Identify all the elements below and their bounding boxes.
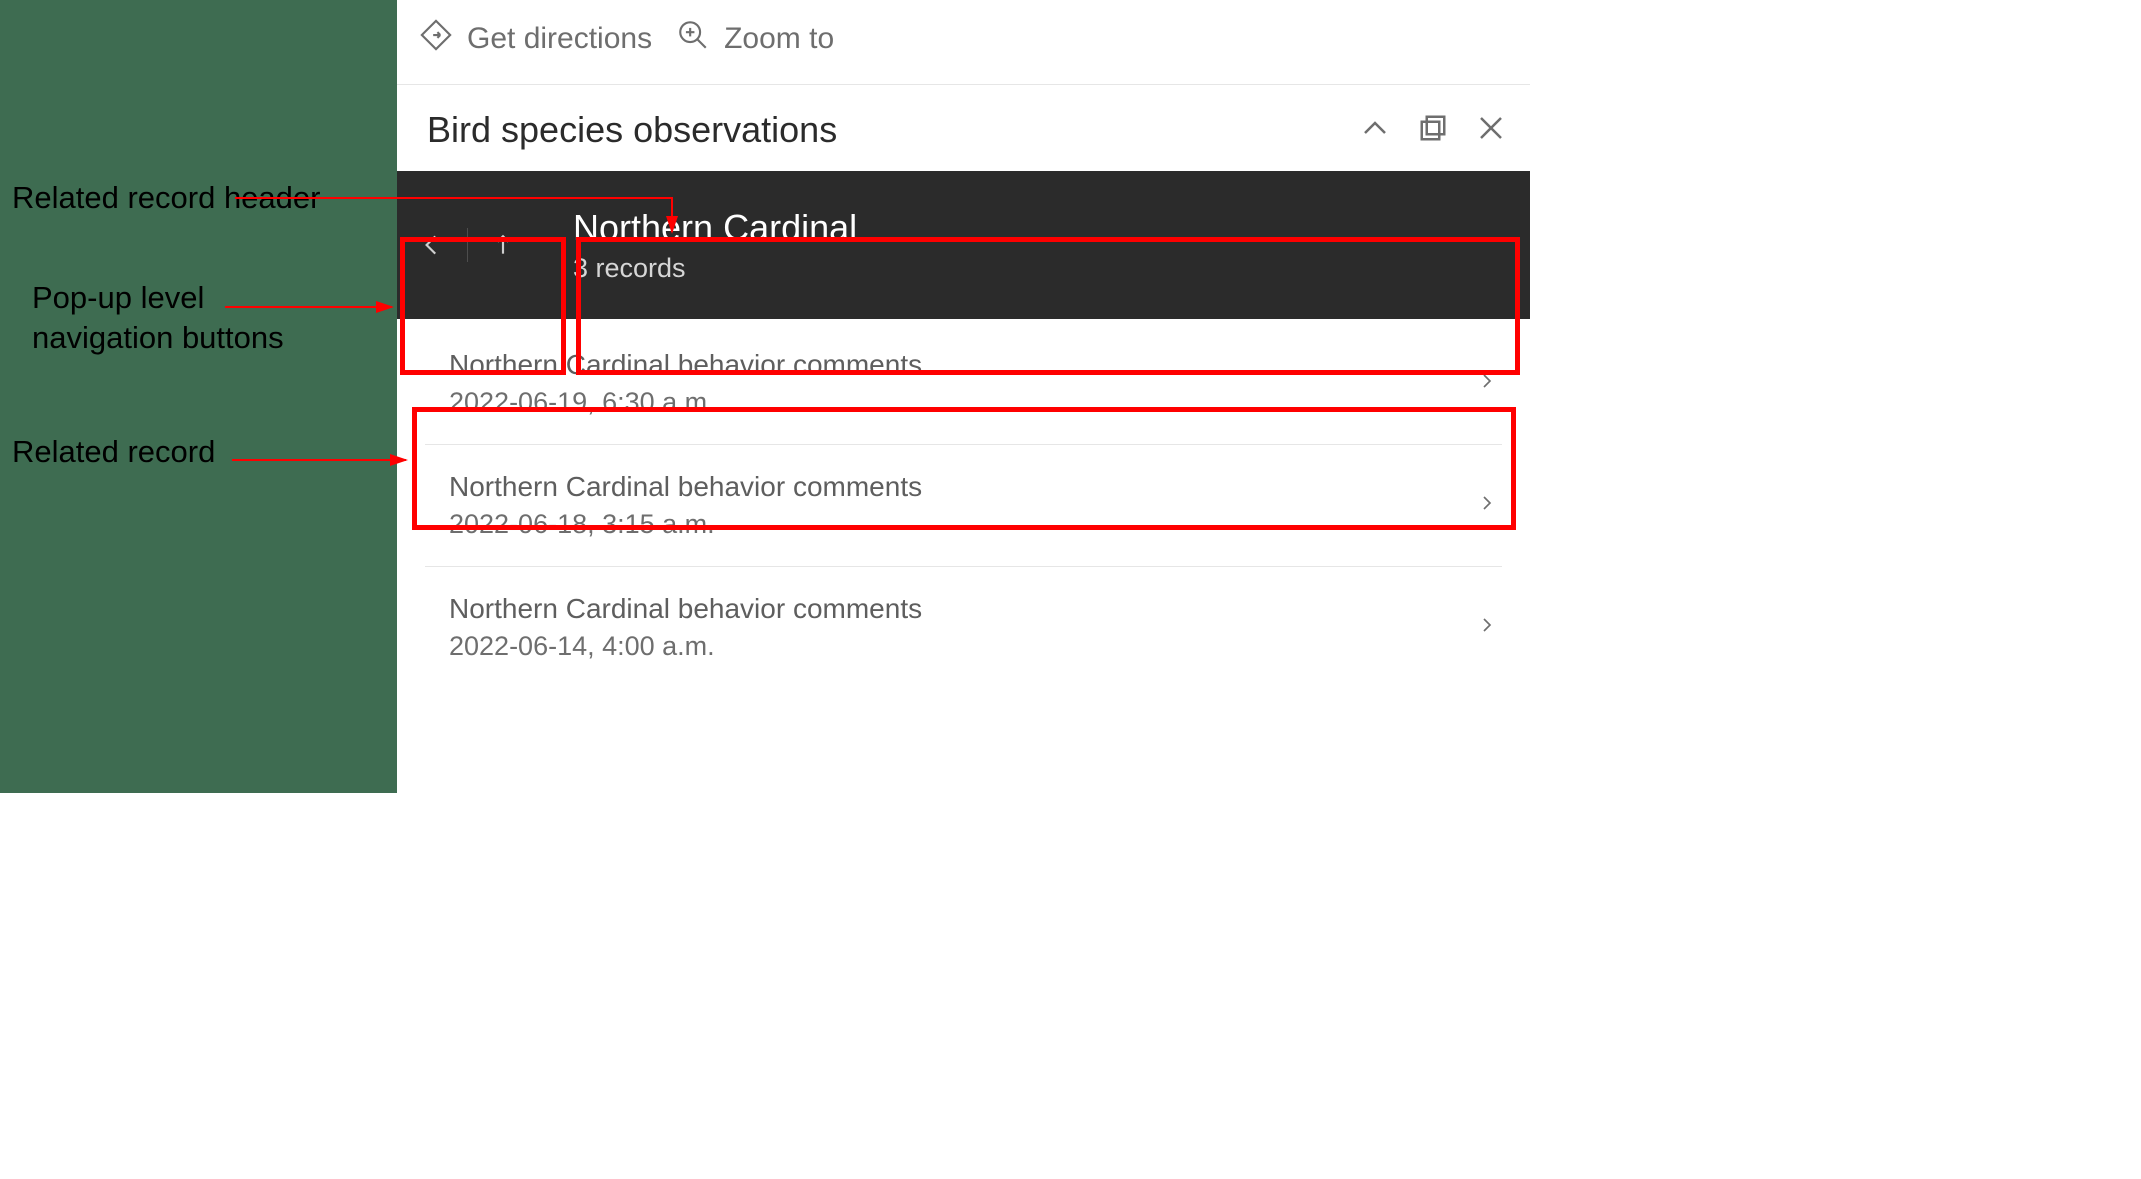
annotation-nav: Pop-up level navigation buttons — [32, 278, 332, 359]
annotation-record: Related record — [12, 432, 332, 472]
related-record-header: Northern Cardinal 3 records — [397, 171, 1530, 319]
popup-window-controls — [1360, 113, 1506, 148]
record-title: Northern Cardinal behavior comments — [449, 349, 922, 381]
popup-actions: Get directions Zoom to — [397, 0, 1530, 85]
related-record-title: Northern Cardinal — [573, 207, 857, 249]
popup-level-nav — [397, 171, 537, 319]
close-icon[interactable] — [1476, 113, 1506, 148]
annotation-header: Related record header — [12, 178, 332, 218]
popup-title-bar: Bird species observations — [397, 85, 1530, 171]
directions-icon — [419, 18, 453, 60]
zoom-to-button[interactable]: Zoom to — [676, 18, 834, 60]
popup-panel: Get directions Zoom to Bird species obse… — [397, 0, 1530, 688]
record-date: 2022-06-19, 6:30 a.m. — [449, 387, 922, 418]
get-directions-button[interactable]: Get directions — [419, 18, 652, 60]
zoom-icon — [676, 18, 710, 60]
related-record-item[interactable]: Northern Cardinal behavior comments 2022… — [425, 444, 1502, 566]
map-background — [0, 0, 397, 793]
record-date: 2022-06-14, 4:00 a.m. — [449, 631, 922, 662]
related-record-list: Northern Cardinal behavior comments 2022… — [397, 319, 1530, 688]
record-title: Northern Cardinal behavior comments — [449, 471, 922, 503]
zoom-to-label: Zoom to — [724, 22, 834, 56]
related-record-item[interactable]: Northern Cardinal behavior comments 2022… — [425, 566, 1502, 688]
get-directions-label: Get directions — [467, 22, 652, 56]
chevron-right-icon — [1478, 489, 1496, 522]
collapse-icon[interactable] — [1360, 113, 1390, 148]
dock-icon[interactable] — [1418, 113, 1448, 148]
related-record-item[interactable]: Northern Cardinal behavior comments 2022… — [397, 319, 1530, 444]
related-record-count: 3 records — [573, 253, 857, 284]
record-title: Northern Cardinal behavior comments — [449, 593, 922, 625]
nav-back-button[interactable] — [397, 228, 467, 262]
chevron-right-icon — [1478, 367, 1496, 400]
nav-up-button[interactable] — [467, 228, 537, 262]
record-date: 2022-06-18, 3:15 a.m. — [449, 509, 922, 540]
popup-title: Bird species observations — [427, 109, 837, 151]
chevron-right-icon — [1478, 611, 1496, 644]
